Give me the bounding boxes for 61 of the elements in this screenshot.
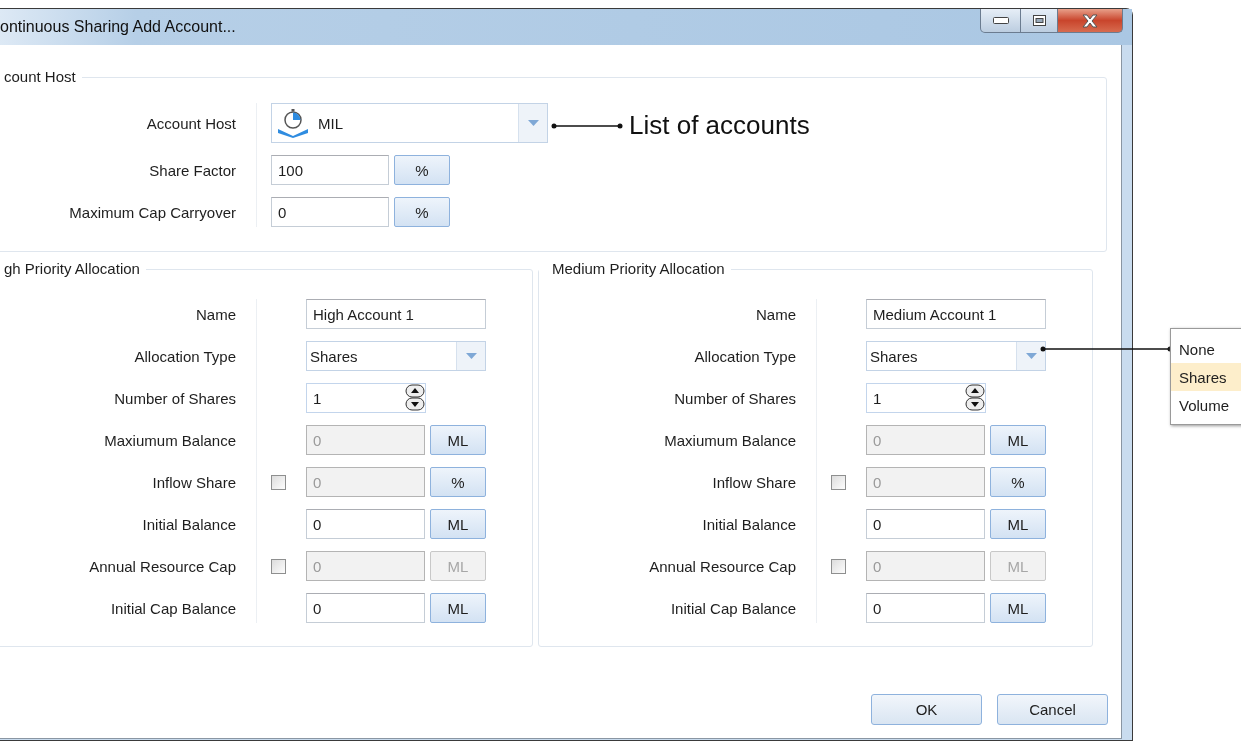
dropdown-option[interactable]: None [1171,335,1241,363]
field-label: Number of Shares [673,389,796,407]
callout-text: List of accounts [629,110,810,141]
dropdown[interactable]: Shares [306,341,486,371]
caret-icon [465,353,477,359]
number-spinner[interactable]: 1 [866,383,986,413]
unit-button[interactable]: ML [430,593,486,623]
text-field[interactable]: 0 [866,509,985,539]
caret-icon [1025,353,1037,359]
field-label: Name [195,305,236,323]
group-title: gh Priority Allocation [3,260,141,278]
spinner-arrows-icon[interactable] [405,383,425,413]
field-label: Allocation Type [693,347,796,365]
text-field[interactable]: High Account 1 [306,299,486,329]
unit-button[interactable]: ML [990,509,1046,539]
field-label: Initial Balance [141,515,236,533]
maximize-icon [1032,15,1046,26]
stopwatch-icon [276,108,310,138]
dropdown[interactable]: Shares [866,341,1046,371]
text-field[interactable]: 0 [306,509,425,539]
text-field[interactable]: Medium Account 1 [866,299,1046,329]
field-label: Annual Resource Cap [648,557,796,575]
field-label: Share Factor [148,161,236,179]
maximize-button[interactable] [1021,9,1058,33]
field-label: Initial Balance [701,515,796,533]
field-label: Initial Cap Balance [669,599,796,617]
field-label: Maxiumum Balance [103,431,236,449]
number-spinner[interactable]: 1 [306,383,426,413]
field-label: Maxiumum Balance [663,431,796,449]
spinner-arrows-icon[interactable] [965,383,985,413]
text-field[interactable]: 0 [866,593,985,623]
unit-button[interactable]: ML [430,509,486,539]
close-icon [1081,13,1099,28]
field-label: Maximum Cap Carryover [68,203,236,221]
text-field[interactable]: 100 [271,155,389,185]
caret-icon [527,120,539,126]
text-field[interactable]: 0 [271,197,389,227]
unit-button[interactable]: ML [990,593,1046,623]
minimize-button[interactable] [980,9,1021,33]
minimize-icon [992,17,1009,24]
dialog-button[interactable]: Cancel [997,694,1108,725]
group-title: count Host [3,68,77,86]
close-button[interactable] [1058,9,1123,33]
field-label: Inflow Share [151,473,236,491]
field-label: Allocation Type [133,347,236,365]
field-label: Annual Resource Cap [88,557,236,575]
dropdown-option[interactable]: Shares [1171,363,1241,391]
group-title: Medium Priority Allocation [551,260,726,278]
window-title: ontinuous Sharing Add Account... [0,18,236,36]
dropdown[interactable]: MIL [271,103,548,143]
unit-button[interactable]: % [394,197,450,227]
field-label: Initial Cap Balance [109,599,236,617]
leader-line [551,121,623,130]
dialog-button[interactable]: OK [871,694,982,725]
field-label: Number of Shares [113,389,236,407]
text-field[interactable]: 0 [306,593,425,623]
unit-button[interactable]: % [394,155,450,185]
dropdown-option[interactable]: Volume [1171,391,1241,419]
field-label: Account Host [145,114,236,132]
field-label: Inflow Share [711,473,796,491]
field-label: Name [755,305,796,323]
